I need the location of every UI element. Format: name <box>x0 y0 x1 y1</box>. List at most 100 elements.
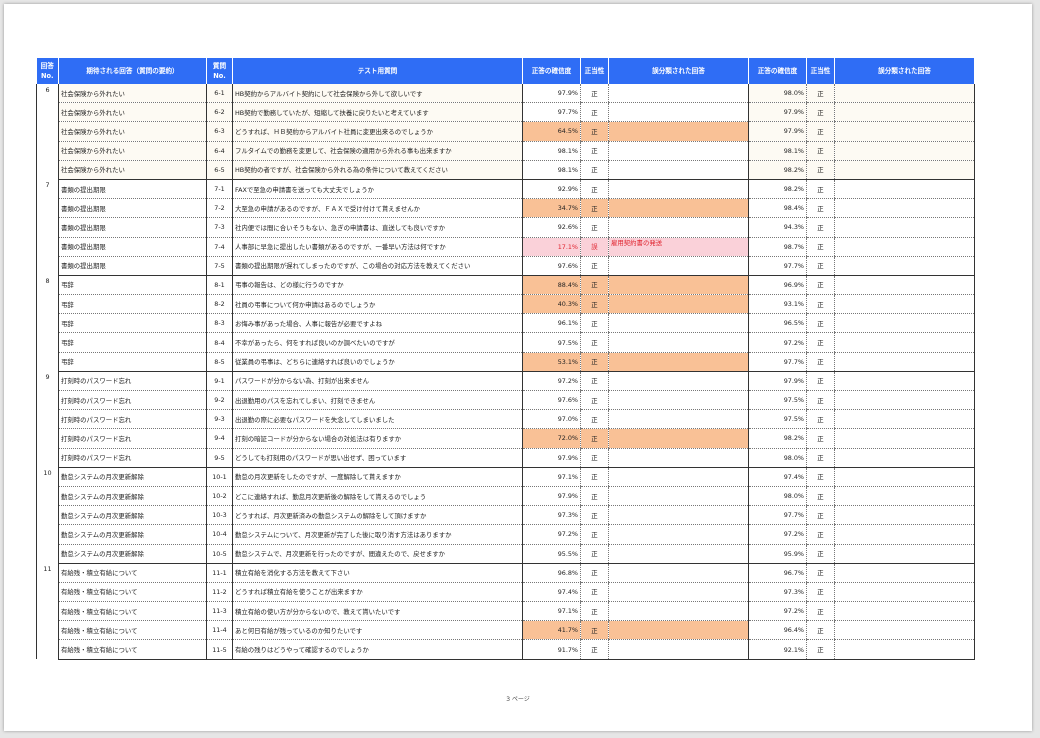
header-answer-no-text: 回答 No. <box>40 62 54 80</box>
header-correctness-1: 正当性 <box>580 58 609 84</box>
confidence-cell-2: 96.9% <box>748 275 807 296</box>
question-no-cell: 8-3 <box>206 313 233 334</box>
question-cell: 勤怠システムについて、月次更新が完了した後に取り消す方法はありますか <box>232 524 523 545</box>
misclassified-cell-2 <box>834 256 975 276</box>
question-no-cell: 6-3 <box>206 121 233 142</box>
confidence-cell-2: 98.0% <box>748 486 807 507</box>
question-cell: HB契約の者ですが、社会保険から外れる為の条件について教えてください <box>232 160 523 180</box>
expected-answer-cell: 社会保険から外れたい <box>58 102 207 123</box>
expected-answer-cell: 書類の提出期限 <box>58 237 207 257</box>
misclassified-cell-2 <box>834 352 975 372</box>
correctness-cell-2: 正 <box>806 563 835 583</box>
expected-answer-cell: 有給残・積立有給について <box>58 639 207 660</box>
expected-answer-cell: 勤怠システムの月次更新解除 <box>58 505 207 526</box>
confidence-cell-1: 96.8% <box>522 563 581 583</box>
question-cell: どうしても打刻用のパスワードが思い出せず、困っています <box>232 448 523 468</box>
confidence-cell-2: 93.1% <box>748 294 807 315</box>
table-row: 書類の提出期限 7-2 大至急の申請があるのですが、ＦＡＸで受け付けて貰えませんか 3… <box>37 198 975 219</box>
misclassified-cell-1 <box>608 428 749 449</box>
table-row: 書類の提出期限 7-5 書類の提出期限が遅れてしまったのですが、この場合の対応方法を… <box>37 256 975 276</box>
question-no-cell: 10-2 <box>206 486 233 507</box>
correctness-cell-1: 正 <box>580 582 609 603</box>
correctness-cell-2: 正 <box>806 620 835 641</box>
table-row: 勤怠システムの月次更新解除 10-2 どこに連絡すれば、勤怠月次更新後の解除をして貰… <box>37 486 975 507</box>
expected-answer-cell: 勤怠システムの月次更新解除 <box>58 544 207 564</box>
expected-answer-cell: 社会保険から外れたい <box>58 141 207 161</box>
table-row: 弔辞 8-3 お悔み事があった場合、人事に報告が必要ですよね 96.1% 正 96.5% 正 <box>37 313 975 334</box>
misclassified-cell-2 <box>834 84 975 104</box>
question-cell: 人事部に早急に提出したい書類があるのですが、一番早い方法は何ですか <box>232 237 523 257</box>
question-no-cell: 9-3 <box>206 409 233 430</box>
misclassified-cell-2 <box>834 294 975 315</box>
table-row: 社会保険から外れたい 6-5 HB契約の者ですが、社会保険から外れる為の条件について… <box>37 160 975 180</box>
expected-answer-cell: 書類の提出期限 <box>58 217 207 238</box>
expected-answer-cell: 打刻時のパスワード忘れ <box>58 371 207 392</box>
question-cell: 積立有給の使い方が分からないので、教えて貰いたいです <box>232 601 523 622</box>
correctness-cell-2: 正 <box>806 121 835 142</box>
results-table: 回答 No. 期待される回答（質問の要約） 質問 No. テスト用質問 正答の確… <box>36 58 975 660</box>
expected-answer-cell: 有給残・積立有給について <box>58 601 207 622</box>
question-no-cell: 8-2 <box>206 294 233 315</box>
confidence-cell-2: 98.7% <box>748 237 807 257</box>
table-row: 打刻時のパスワード忘れ 9-2 出退勤用のパスを忘れてしまい、打刻できません 97.6… <box>37 390 975 411</box>
confidence-cell-1: 97.2% <box>522 371 581 392</box>
misclassified-cell-1 <box>608 390 749 411</box>
confidence-cell-2: 97.7% <box>748 352 807 372</box>
misclassified-cell-1 <box>608 121 749 142</box>
expected-answer-cell: 勤怠システムの月次更新解除 <box>58 467 207 487</box>
confidence-cell-2: 97.9% <box>748 371 807 392</box>
question-no-cell: 11-4 <box>206 620 233 641</box>
table-row: 弔辞 8-4 不幸があったら、何をすれば良いのか調べたいのですが 97.5% 正 97.2… <box>37 332 975 353</box>
header-correctness-2: 正当性 <box>806 58 835 84</box>
misclassified-cell-1 <box>608 639 749 660</box>
misclassified-cell-1 <box>608 601 749 622</box>
correctness-cell-1: 正 <box>580 256 609 276</box>
question-no-cell: 11-1 <box>206 563 233 583</box>
correctness-cell-1: 正 <box>580 448 609 468</box>
table-row: 有給残・積立有給について 11-3 積立有給の使い方が分からないので、教えて貰いたい… <box>37 601 975 622</box>
confidence-cell-1: 97.6% <box>522 256 581 276</box>
misclassified-cell-2 <box>834 313 975 334</box>
correctness-cell-1: 正 <box>580 275 609 296</box>
question-no-cell: 10-5 <box>206 544 233 564</box>
correctness-cell-1: 正 <box>580 639 609 660</box>
table-row: 社会保険から外れたい 6-2 HB契約で勤務していたが、短縮して扶養に戻りたいと考え… <box>37 102 975 123</box>
confidence-cell-1: 97.0% <box>522 409 581 430</box>
question-cell: 勤怠の月次更新をしたのですが、一度解除して貰えますか <box>232 467 523 487</box>
question-no-cell: 10-4 <box>206 524 233 545</box>
expected-answer-cell: 打刻時のパスワード忘れ <box>58 428 207 449</box>
answer-no-cell: 6 <box>36 84 59 180</box>
misclassified-cell-2 <box>834 409 975 430</box>
correctness-cell-1: 正 <box>580 467 609 487</box>
misclassified-cell-1 <box>608 582 749 603</box>
confidence-cell-2: 95.9% <box>748 544 807 564</box>
correctness-cell-1: 正 <box>580 179 609 200</box>
header-misclassified-1: 誤分類された回答 <box>608 58 749 84</box>
header-question-no: 質問 No. <box>206 58 233 84</box>
confidence-cell-2: 98.2% <box>748 160 807 180</box>
misclassified-cell-2 <box>834 467 975 487</box>
expected-answer-cell: 有給残・積立有給について <box>58 620 207 641</box>
question-cell: 打刻の暗証コードが分からない場合の対処法は有りますか <box>232 428 523 449</box>
confidence-cell-2: 97.7% <box>748 505 807 526</box>
misclassified-cell-2 <box>834 371 975 392</box>
expected-answer-cell: 弔辞 <box>58 275 207 296</box>
expected-answer-cell: 弔辞 <box>58 332 207 353</box>
table-row: 有給残・積立有給について 11-2 どうすれば積立有給を使うことが出来ますか 97.4… <box>37 582 975 603</box>
question-no-cell: 9-4 <box>206 428 233 449</box>
header-confidence-1: 正答の確信度 <box>522 58 581 84</box>
confidence-cell-2: 98.0% <box>748 448 807 468</box>
correctness-cell-1: 正 <box>580 160 609 180</box>
confidence-cell-2: 97.9% <box>748 102 807 123</box>
confidence-cell-2: 96.4% <box>748 620 807 641</box>
misclassified-cell-1 <box>608 467 749 487</box>
correctness-cell-2: 正 <box>806 467 835 487</box>
question-no-cell: 9-2 <box>206 390 233 411</box>
correctness-cell-2: 正 <box>806 639 835 660</box>
correctness-cell-1: 正 <box>580 198 609 219</box>
correctness-cell-2: 正 <box>806 409 835 430</box>
question-no-cell: 7-2 <box>206 198 233 219</box>
confidence-cell-1: 97.9% <box>522 486 581 507</box>
expected-answer-cell: 弔辞 <box>58 352 207 372</box>
expected-answer-cell: 社会保険から外れたい <box>58 160 207 180</box>
